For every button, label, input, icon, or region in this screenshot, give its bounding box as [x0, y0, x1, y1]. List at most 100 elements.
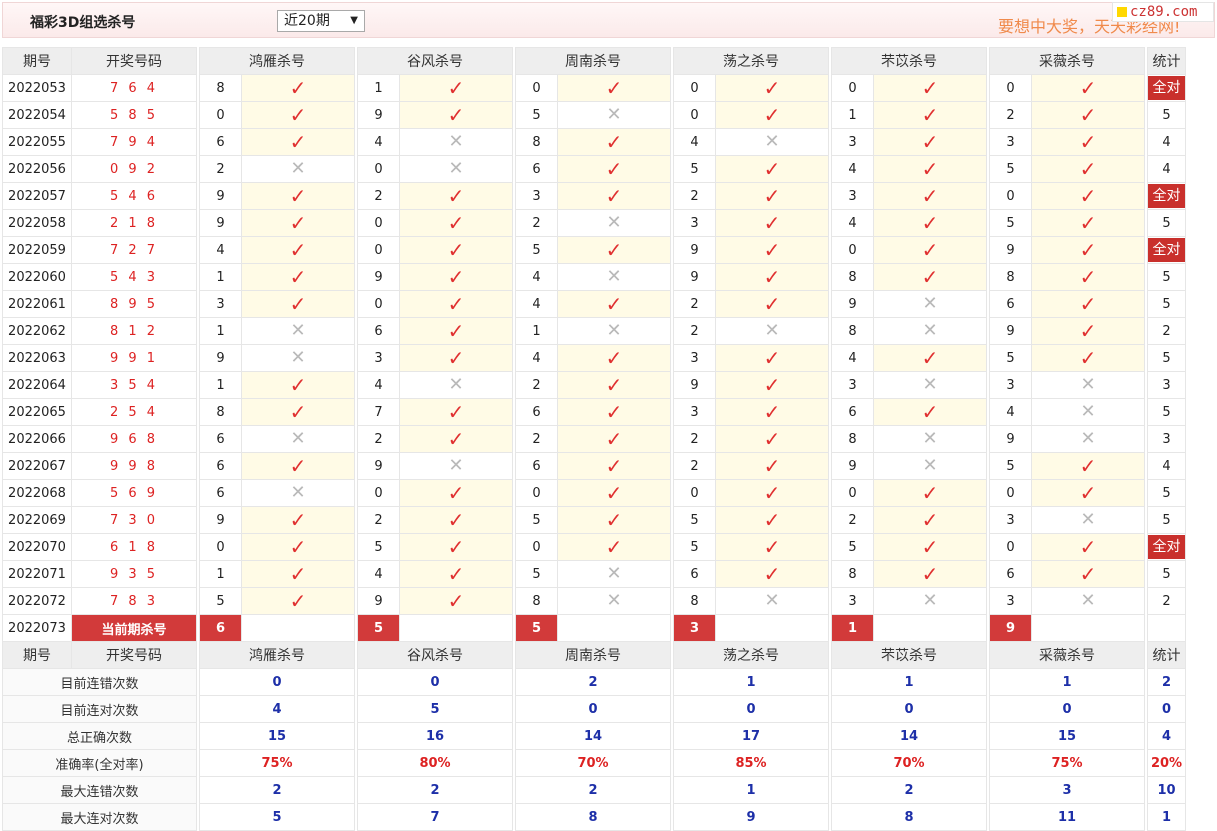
kill-number-cell: 6 — [357, 317, 400, 345]
kill-number-cell: 2 — [199, 155, 242, 183]
kill-number-cell: 0 — [673, 479, 716, 507]
kill-number-cell: 4 — [199, 236, 242, 264]
check-icon: ✓ — [1079, 480, 1097, 505]
check-icon: ✓ — [921, 237, 939, 262]
kill-number-cell: 6 — [199, 452, 242, 480]
kill-number-cell: 5 — [673, 506, 716, 534]
kill-number-cell: 6 — [989, 290, 1032, 318]
stat-value: 5 — [1162, 404, 1171, 420]
result-mark-cell: ✓ — [1031, 155, 1145, 183]
result-mark-cell: ✓ — [715, 101, 829, 129]
site-logo[interactable]: cz89.com — [1112, 2, 1214, 22]
stat-cell: 5 — [1147, 101, 1186, 129]
header-expert-3[interactable]: 荡之杀号 — [673, 47, 829, 75]
result-mark-cell: ✕ — [557, 101, 671, 129]
check-icon: ✓ — [605, 453, 623, 478]
header-expert-5[interactable]: 采薇杀号 — [989, 641, 1145, 669]
check-icon: ✓ — [447, 237, 465, 262]
table-row: 2022061 8 9 5 3 ✓ 0 ✓ 4 ✓ 2 ✓ 9 ✕ 6 ✓ 5 — [2, 290, 1186, 318]
header-expert-0[interactable]: 鸿雁杀号 — [199, 641, 355, 669]
summary-value: 16 — [357, 722, 513, 750]
kill-number-cell: 9 — [199, 344, 242, 372]
summary-value: 0 — [831, 695, 987, 723]
header-expert-4[interactable]: 芣苡杀号 — [831, 641, 987, 669]
check-icon: ✓ — [763, 561, 781, 586]
result-mark-cell: ✓ — [399, 560, 513, 588]
check-icon: ✓ — [763, 453, 781, 478]
kill-number-cell: 1 — [199, 317, 242, 345]
kill-number-cell: 0 — [831, 479, 874, 507]
kill-number-cell: 2 — [831, 506, 874, 534]
kill-number-cell: 0 — [357, 209, 400, 237]
check-icon: ✓ — [921, 183, 939, 208]
summary-value: 17 — [673, 722, 829, 750]
kill-number-cell: 2 — [357, 506, 400, 534]
draw-number-cell: 7 9 4 — [71, 128, 197, 156]
kill-number-cell: 9 — [989, 425, 1032, 453]
header-expert-2[interactable]: 周南杀号 — [515, 47, 671, 75]
stat-value: 5 — [1162, 107, 1171, 123]
draw-number-cell: 9 9 1 — [71, 344, 197, 372]
result-mark-cell: ✕ — [873, 452, 987, 480]
stat-value: 全对 — [1148, 238, 1185, 262]
check-icon: ✓ — [289, 561, 307, 586]
summary-value: 0 — [515, 695, 671, 723]
kill-number-cell: 5 — [515, 506, 558, 534]
period-range-select[interactable]: 近20期 ▼ — [277, 10, 365, 32]
summary-value: 14 — [515, 722, 671, 750]
check-icon: ✓ — [763, 372, 781, 397]
header-expert-4[interactable]: 芣苡杀号 — [831, 47, 987, 75]
kill-number-cell: 2 — [673, 317, 716, 345]
check-icon: ✓ — [289, 507, 307, 532]
summary-row: 总正确次数 15 16 14 17 14 15 4 — [2, 722, 1186, 750]
header-expert-2[interactable]: 周南杀号 — [515, 641, 671, 669]
result-mark-cell: ✓ — [557, 506, 671, 534]
result-mark-cell: ✕ — [1031, 587, 1145, 615]
check-icon: ✓ — [605, 75, 623, 100]
stat-cell: 4 — [1147, 128, 1186, 156]
result-mark-cell: ✓ — [241, 587, 355, 615]
result-mark-cell: ✓ — [715, 506, 829, 534]
result-mark-cell: ✓ — [873, 236, 987, 264]
summary-value: 1 — [673, 668, 829, 696]
table-row: 2022069 7 3 0 9 ✓ 2 ✓ 5 ✓ 5 ✓ 2 ✓ 3 ✕ 5 — [2, 506, 1186, 534]
draw-number-cell: 5 4 3 — [71, 263, 197, 291]
result-mark-cell: ✓ — [241, 371, 355, 399]
kill-number-cell: 3 — [989, 587, 1032, 615]
period-cell: 2022057 — [2, 182, 72, 210]
result-mark-cell: ✓ — [399, 587, 513, 615]
kill-number-cell: 5 — [673, 155, 716, 183]
cross-icon: ✕ — [290, 428, 306, 449]
kill-number-cell: 9 — [673, 263, 716, 291]
header-expert-0[interactable]: 鸿雁杀号 — [199, 47, 355, 75]
stat-value: 5 — [1162, 350, 1171, 366]
draw-number-cell: 5 6 9 — [71, 479, 197, 507]
result-mark-cell: ✓ — [557, 290, 671, 318]
stat-cell: 全对 — [1147, 74, 1186, 102]
check-icon: ✓ — [289, 399, 307, 424]
cross-icon: ✕ — [922, 374, 938, 395]
header-expert-5[interactable]: 采薇杀号 — [989, 47, 1145, 75]
summary-value: 0 — [357, 668, 513, 696]
period-range-value: 近20期 — [284, 13, 330, 29]
summary-value: 2 — [199, 776, 355, 804]
kill-number-cell: 5 — [989, 452, 1032, 480]
check-icon: ✓ — [763, 507, 781, 532]
check-icon: ✓ — [763, 264, 781, 289]
result-mark-cell: ✓ — [715, 263, 829, 291]
period-cell: 2022064 — [2, 371, 72, 399]
kill-number-cell: 9 — [673, 371, 716, 399]
check-icon: ✓ — [605, 507, 623, 532]
check-icon: ✓ — [447, 534, 465, 559]
cross-icon: ✕ — [922, 293, 938, 314]
kill-number-cell: 8 — [831, 560, 874, 588]
header-expert-1[interactable]: 谷风杀号 — [357, 47, 513, 75]
check-icon: ✓ — [605, 156, 623, 181]
result-mark-cell: ✓ — [715, 236, 829, 264]
kill-number-cell: 2 — [989, 101, 1032, 129]
header-expert-1[interactable]: 谷风杀号 — [357, 641, 513, 669]
header-expert-3[interactable]: 荡之杀号 — [673, 641, 829, 669]
result-mark-cell: ✕ — [557, 587, 671, 615]
check-icon: ✓ — [447, 426, 465, 451]
cross-icon: ✕ — [1080, 374, 1096, 395]
